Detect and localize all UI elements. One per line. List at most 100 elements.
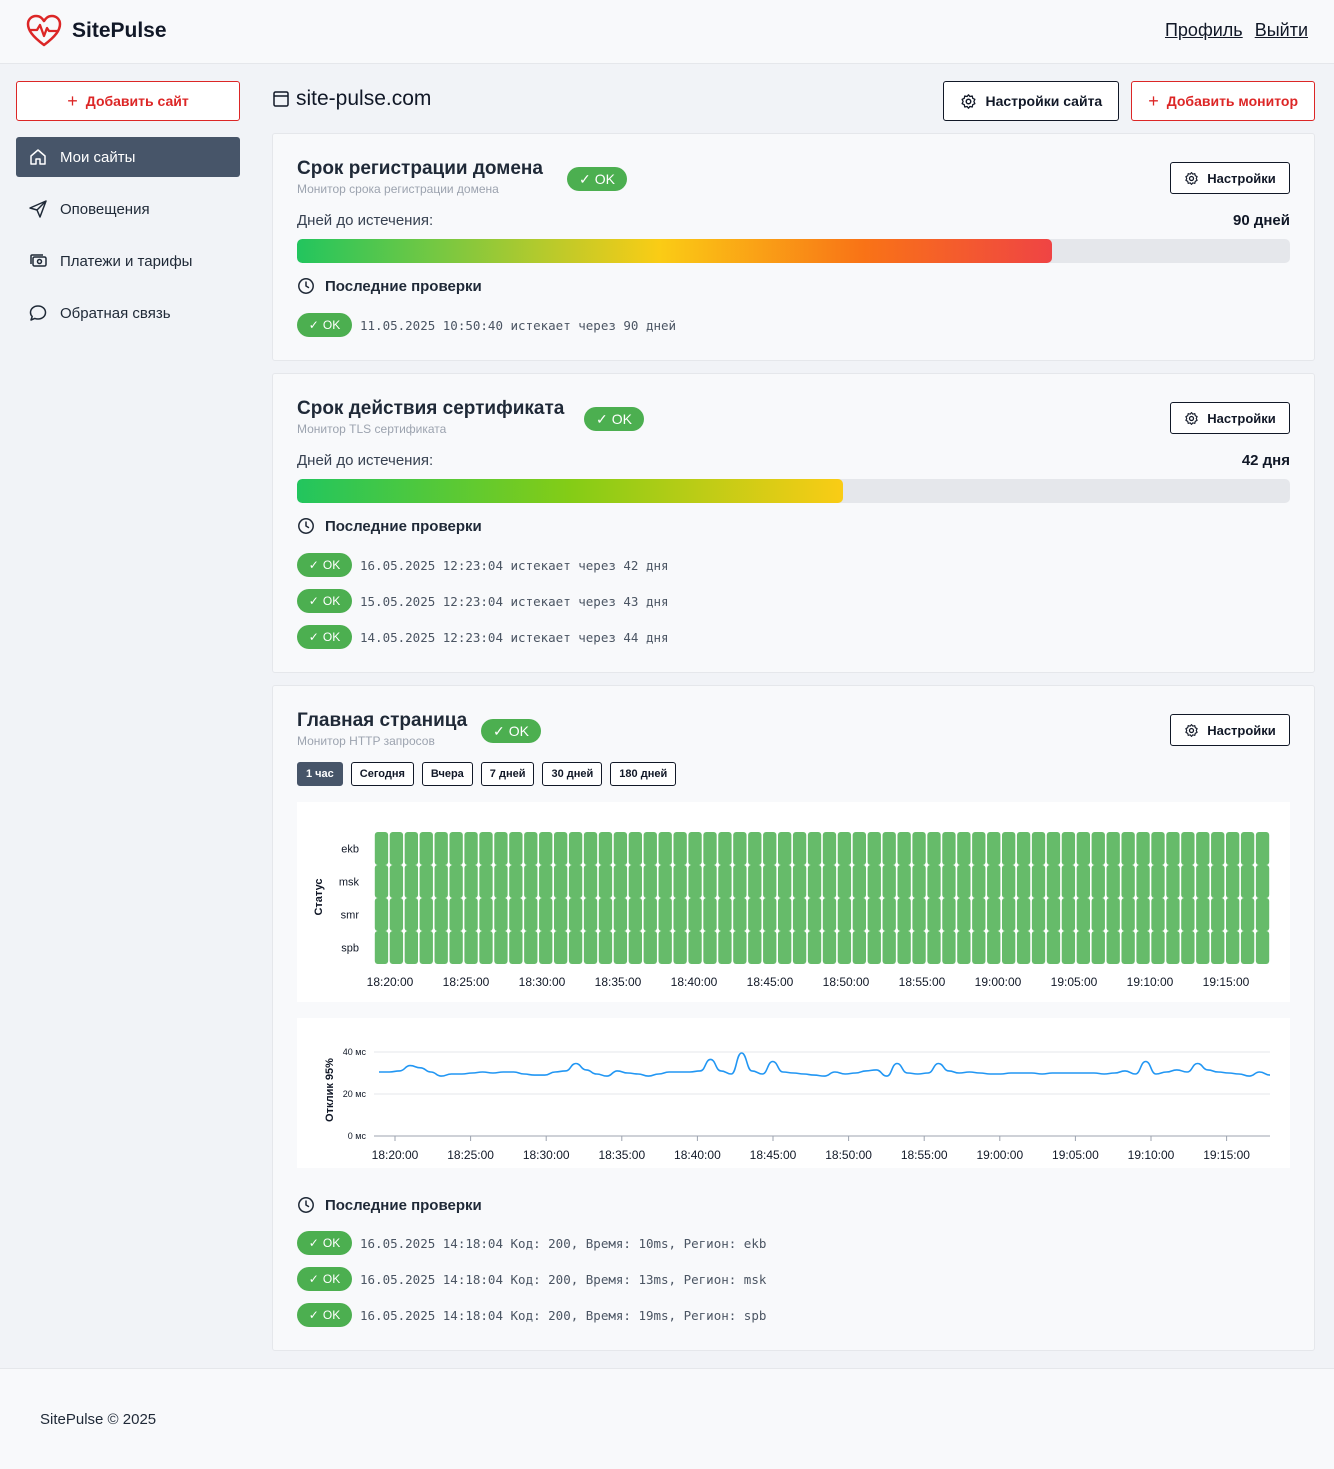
status-cell	[1031, 865, 1046, 898]
status-cell	[867, 832, 881, 865]
add-monitor-button[interactable]: + Добавить монитор	[1131, 81, 1315, 121]
status-cell	[942, 865, 956, 898]
check-status-badge: ✓ OK	[297, 313, 352, 337]
sidebar-item-feedback[interactable]: Обратная связь	[16, 293, 240, 333]
status-cell	[583, 832, 598, 865]
app-header: SitePulse Профиль Выйти	[0, 0, 1334, 64]
monitor-settings-button[interactable]: Настройки	[1170, 402, 1290, 434]
status-cell	[778, 865, 792, 898]
status-cell	[509, 898, 523, 931]
status-cell	[598, 931, 613, 964]
cell-separator-dot	[745, 863, 749, 867]
cell-separator-dot	[521, 863, 525, 867]
status-cell	[1121, 832, 1135, 865]
cell-separator-dot	[596, 896, 600, 900]
check-text: 15.05.2025 12:23:04 истекает через 43 дн…	[360, 593, 669, 609]
status-cell	[703, 865, 717, 898]
check-status: OK	[322, 1308, 341, 1322]
status-cell	[942, 898, 956, 931]
monitor-settings-button[interactable]: Настройки	[1170, 162, 1290, 194]
cell-separator-dot	[626, 929, 630, 933]
status-cell	[763, 931, 777, 964]
status-cell	[658, 865, 672, 898]
site-settings-button[interactable]: Настройки сайта	[943, 81, 1120, 121]
add-monitor-label: Добавить монитор	[1166, 93, 1298, 109]
cell-separator-dot	[492, 863, 495, 867]
status-cell	[1076, 832, 1090, 865]
x-tick-label: 18:25:00	[443, 975, 490, 989]
sidebar-item-notifications[interactable]: Оповещения	[16, 189, 240, 229]
status-cell	[404, 931, 418, 964]
status-cell	[449, 865, 463, 898]
region-label: msk	[339, 877, 360, 889]
status-cell	[1061, 865, 1076, 898]
cell-separator-dot	[1134, 929, 1137, 933]
sidebar-item-label: Оповещения	[60, 200, 150, 218]
cell-separator-dot	[760, 896, 764, 900]
add-site-label: Добавить сайт	[85, 93, 189, 109]
response-time-line	[378, 1052, 1271, 1077]
cell-separator-dot	[940, 929, 943, 933]
check-icon: ✓	[308, 318, 319, 332]
status-cell	[882, 931, 896, 964]
status-cell	[628, 898, 642, 931]
status-cell	[628, 865, 642, 898]
status-cell	[494, 898, 508, 931]
status-cell	[763, 832, 777, 865]
range-yesterday-button[interactable]: Вчера	[421, 762, 473, 786]
range-7d-button[interactable]: 7 дней	[480, 762, 535, 786]
status-cell	[852, 865, 866, 898]
status-cell	[464, 931, 478, 964]
cell-separator-dot	[1223, 863, 1227, 867]
cell-separator-dot	[955, 896, 958, 900]
status-cell	[1196, 865, 1210, 898]
check-row: ✓ OK 16.05.2025 12:23:04 истекает через 4…	[297, 553, 669, 577]
status-cell	[1196, 898, 1210, 931]
gear-icon	[1185, 171, 1198, 185]
add-site-button[interactable]: + Добавить сайт	[16, 81, 240, 121]
range-today-button[interactable]: Сегодня	[350, 762, 414, 786]
status-cell	[867, 865, 881, 898]
status-cell	[972, 898, 986, 931]
days-label: Дней до истечения:	[297, 212, 434, 229]
x-tick-label: 18:30:00	[519, 975, 566, 989]
logo[interactable]: SitePulse	[26, 14, 167, 48]
status-cell	[389, 832, 404, 865]
cell-separator-dot	[477, 929, 480, 933]
status-cell	[583, 865, 598, 898]
clock-icon	[298, 518, 314, 534]
status-cell	[1151, 832, 1165, 865]
range-30d-button[interactable]: 30 дней	[542, 762, 603, 786]
cell-separator-dot	[462, 863, 465, 867]
sidebar-item-my-sites[interactable]: Мои сайты	[16, 137, 240, 177]
cell-separator-dot	[1089, 929, 1093, 933]
status-cell	[807, 898, 822, 931]
status-text: OK	[508, 723, 529, 739]
monitor-settings-button[interactable]: Настройки	[1170, 714, 1290, 746]
cell-separator-dot	[745, 929, 749, 933]
cell-separator-dot	[984, 896, 988, 900]
status-cell	[837, 898, 852, 931]
cell-separator-dot	[1059, 929, 1063, 933]
cell-separator-dot	[626, 863, 630, 867]
range-1h-button[interactable]: 1 час	[297, 762, 343, 786]
status-cell	[1181, 865, 1195, 898]
logout-link[interactable]: Выйти	[1255, 20, 1308, 41]
cell-separator-dot	[641, 863, 645, 867]
cell-separator-dot	[1208, 863, 1212, 867]
y-axis-title: Статус	[313, 878, 325, 915]
status-cell	[1240, 832, 1255, 865]
check-icon: ✓	[596, 410, 608, 427]
check-icon: ✓	[308, 594, 319, 608]
profile-link[interactable]: Профиль	[1165, 20, 1243, 41]
cell-separator-dot	[865, 896, 869, 900]
range-180d-button[interactable]: 180 дней	[610, 762, 677, 786]
sidebar-item-payments[interactable]: Платежи и тарифы	[16, 241, 240, 281]
status-cell	[733, 931, 747, 964]
status-cell	[703, 832, 717, 865]
status-cell	[479, 865, 493, 898]
cell-separator-dot	[805, 929, 809, 933]
status-cell	[658, 931, 672, 964]
status-text: OK	[594, 171, 615, 187]
status-cell	[374, 898, 389, 931]
